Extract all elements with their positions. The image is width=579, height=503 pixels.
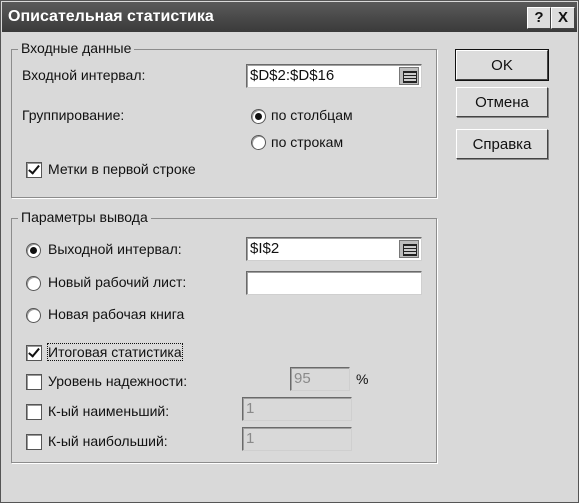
kth-largest-field[interactable]: 1 xyxy=(242,427,352,451)
kth-largest-checkbox[interactable] xyxy=(26,434,42,450)
output-range-radio[interactable] xyxy=(26,243,41,258)
labels-first-row-checkbox[interactable] xyxy=(26,162,42,178)
kth-smallest-value: 1 xyxy=(246,400,255,417)
kth-smallest-field[interactable]: 1 xyxy=(242,397,352,421)
dialog-title: Описательная статистика xyxy=(8,8,214,25)
confidence-level-checkbox[interactable] xyxy=(26,374,42,390)
close-button[interactable]: X xyxy=(551,7,575,29)
new-sheet-label[interactable]: Новый рабочий лист: xyxy=(48,274,186,290)
input-range-field[interactable]: $D$2:$D$16 xyxy=(246,64,422,88)
input-group-legend: Входные данные xyxy=(18,40,135,56)
kth-largest-label[interactable]: К-ый наибольший: xyxy=(48,433,168,449)
kth-smallest-checkbox[interactable] xyxy=(26,404,42,420)
kth-largest-value: 1 xyxy=(246,430,255,447)
confidence-level-field[interactable]: 95 xyxy=(290,367,350,391)
by-columns-radio[interactable] xyxy=(251,109,266,124)
input-range-value: $D$2:$D$16 xyxy=(250,67,335,84)
summary-stats-checkbox[interactable] xyxy=(26,345,42,361)
grouping-label: Группирование: xyxy=(22,107,125,123)
help-button[interactable]: Справка xyxy=(456,129,548,159)
output-range-field[interactable]: $I$2 xyxy=(246,237,422,261)
kth-smallest-label[interactable]: К-ый наименьший: xyxy=(48,403,169,419)
new-book-radio[interactable] xyxy=(26,308,41,323)
confidence-level-label[interactable]: Уровень надежности: xyxy=(48,373,187,389)
confidence-level-value: 95 xyxy=(294,370,311,387)
cancel-button[interactable]: Отмена xyxy=(456,87,548,117)
by-rows-label[interactable]: по строкам xyxy=(271,134,343,150)
range-select-icon[interactable] xyxy=(399,240,419,258)
help-question-button[interactable]: ? xyxy=(527,7,551,29)
input-data-group: Входные данные Входной интервал: $D$2:$D… xyxy=(11,40,437,198)
output-range-value: $I$2 xyxy=(250,240,280,257)
percent-sign: % xyxy=(356,371,369,387)
descriptive-statistics-dialog: Описательная статистика ? X Входные данн… xyxy=(0,0,579,503)
labels-first-row-label[interactable]: Метки в первой строке xyxy=(48,161,196,177)
by-rows-radio[interactable] xyxy=(251,135,266,150)
new-sheet-name-field[interactable] xyxy=(246,271,422,295)
title-bar: Описательная статистика ? X xyxy=(2,2,577,32)
output-group-legend: Параметры вывода xyxy=(18,209,151,225)
input-range-label: Входной интервал: xyxy=(22,67,146,83)
output-range-label[interactable]: Выходной интервал: xyxy=(48,241,182,257)
summary-stats-label[interactable]: Итоговая статистика xyxy=(47,343,183,361)
new-book-label[interactable]: Новая рабочая книга xyxy=(48,306,184,322)
range-select-icon[interactable] xyxy=(399,67,419,85)
by-columns-label[interactable]: по столбцам xyxy=(271,107,353,123)
new-sheet-radio[interactable] xyxy=(26,276,41,291)
ok-button[interactable]: OK xyxy=(455,49,549,81)
output-options-group: Параметры вывода Выходной интервал: $I$2… xyxy=(11,209,437,463)
